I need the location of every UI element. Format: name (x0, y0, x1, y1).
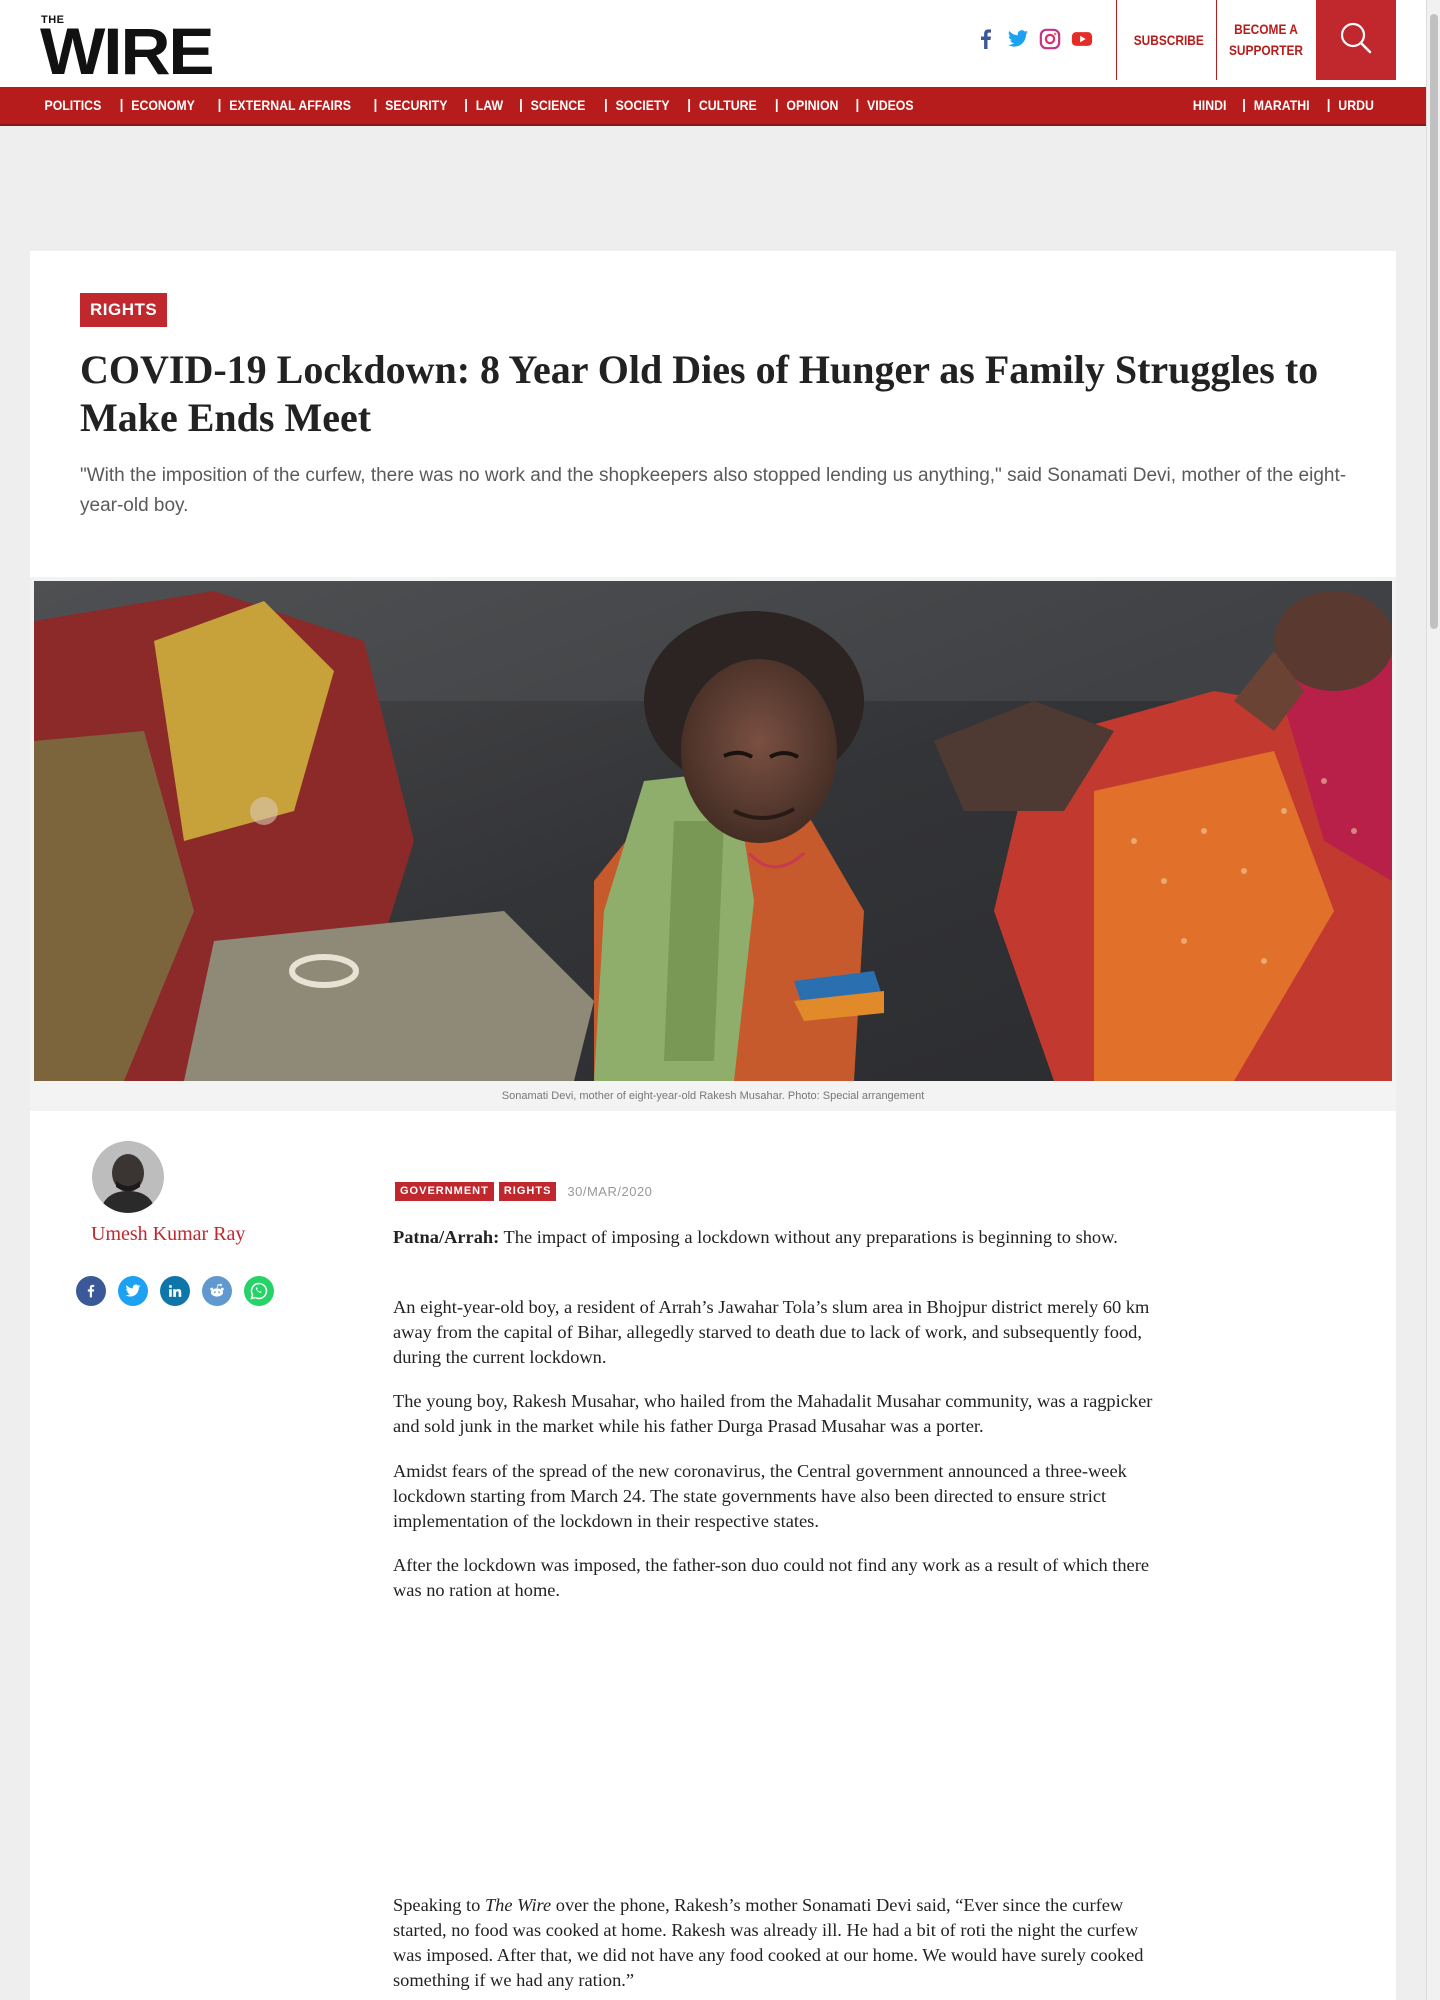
nav-law[interactable]: LAW (465, 98, 512, 112)
nav-society[interactable]: SOCIETY (604, 98, 678, 112)
instagram-icon[interactable] (1039, 28, 1061, 50)
author-name[interactable]: Umesh Kumar Ray (91, 1223, 245, 1246)
become-supporter-link[interactable]: BECOME A SUPPORTER (1229, 19, 1304, 61)
body-paragraph: Speaking to The Wire over the phone, Rak… (393, 1893, 1153, 1993)
nav-external-affairs[interactable]: EXTERNAL AFFAIRS (218, 98, 360, 112)
nav-culture[interactable]: CULTURE (688, 98, 765, 112)
hero-photo (34, 581, 1392, 1081)
header-social-links (975, 28, 1093, 50)
image-caption: Sonamati Devi, mother of eight-year-old … (501, 1090, 925, 1102)
body-paragraph: After the lockdown was imposed, the fath… (393, 1555, 1150, 1600)
dateline: Patna/Arrah: (393, 1227, 500, 1247)
publish-date: 30/MAR/2020 (567, 1184, 653, 1199)
tag-government[interactable]: GOVERNMENT (395, 1182, 494, 1201)
hero-image-block: Sonamati Devi, mother of eight-year-old … (30, 577, 1396, 1111)
page-scrollbar[interactable] (1426, 0, 1440, 2000)
publication-name: The Wire (484, 1895, 552, 1915)
article-standfirst: "With the imposition of the curfew, ther… (80, 465, 1347, 516)
nav-politics[interactable]: POLITICS (44, 98, 110, 112)
supporter-line-1: BECOME A (1234, 21, 1298, 37)
article-card: RIGHTS COVID-19 Lockdown: 8 Year Old Die… (30, 251, 1396, 2000)
twitter-icon[interactable] (118, 1276, 148, 1306)
nav-lang-marathi[interactable]: MARATHI (1243, 98, 1318, 112)
facebook-icon[interactable] (975, 28, 997, 50)
nav-lang-urdu[interactable]: URDU (1327, 98, 1382, 112)
nav-security[interactable]: SECURITY (374, 98, 457, 112)
reddit-icon[interactable] (202, 1276, 232, 1306)
category-badge[interactable]: RIGHTS (80, 293, 168, 327)
supporter-line-2: SUPPORTER (1228, 42, 1304, 58)
search-button[interactable] (1316, 0, 1396, 80)
header-divider (1116, 0, 1117, 80)
site-header: THE WIRE SUBSCRIBE BECOME A SUPPORTER (0, 0, 1426, 87)
tag-rights[interactable]: RIGHTS (498, 1182, 557, 1201)
paragraph-text: Speaking to (393, 1895, 485, 1915)
scrollbar-thumb[interactable] (1430, 14, 1438, 629)
nav-economy[interactable]: ECONOMY (120, 98, 203, 112)
logo-wire: WIRE (40, 14, 215, 88)
article-headline: COVID-19 Lockdown: 8 Year Old Dies of Hu… (80, 347, 1319, 440)
whatsapp-icon[interactable] (244, 1276, 274, 1306)
body-paragraph: The young boy, Rakesh Musahar, who haile… (393, 1391, 1153, 1436)
nav-opinion[interactable]: OPINION (775, 98, 847, 112)
body-paragraph: Patna/Arrah: The impact of imposing a lo… (393, 1225, 1153, 1250)
avatar[interactable] (92, 1141, 164, 1213)
twitter-icon[interactable] (1007, 28, 1029, 50)
site-logo[interactable]: THE WIRE (40, 14, 220, 84)
paragraph-text: The impact of imposing a lockdown withou… (499, 1227, 1118, 1247)
main-nav: POLITICS ECONOMY EXTERNAL AFFAIRS SECURI… (0, 87, 1426, 126)
search-icon (1339, 21, 1373, 60)
author-photo (92, 1141, 164, 1213)
nav-science[interactable]: SCIENCE (520, 98, 594, 112)
article-tags: GOVERNMENT RIGHTS 30/MAR/2020 (395, 1182, 652, 1201)
linkedin-icon[interactable] (160, 1276, 190, 1306)
body-paragraph: An eight-year-old boy, a resident of Arr… (393, 1297, 1150, 1367)
youtube-icon[interactable] (1071, 28, 1093, 50)
nav-lang-hindi[interactable]: HINDI (1193, 98, 1235, 112)
subscribe-link[interactable]: SUBSCRIBE (1134, 30, 1204, 51)
share-buttons (76, 1276, 274, 1306)
body-paragraph: Amidst fears of the spread of the new co… (393, 1461, 1127, 1531)
header-divider (1216, 0, 1217, 80)
nav-videos[interactable]: VIDEOS (856, 98, 922, 112)
facebook-icon[interactable] (76, 1276, 106, 1306)
